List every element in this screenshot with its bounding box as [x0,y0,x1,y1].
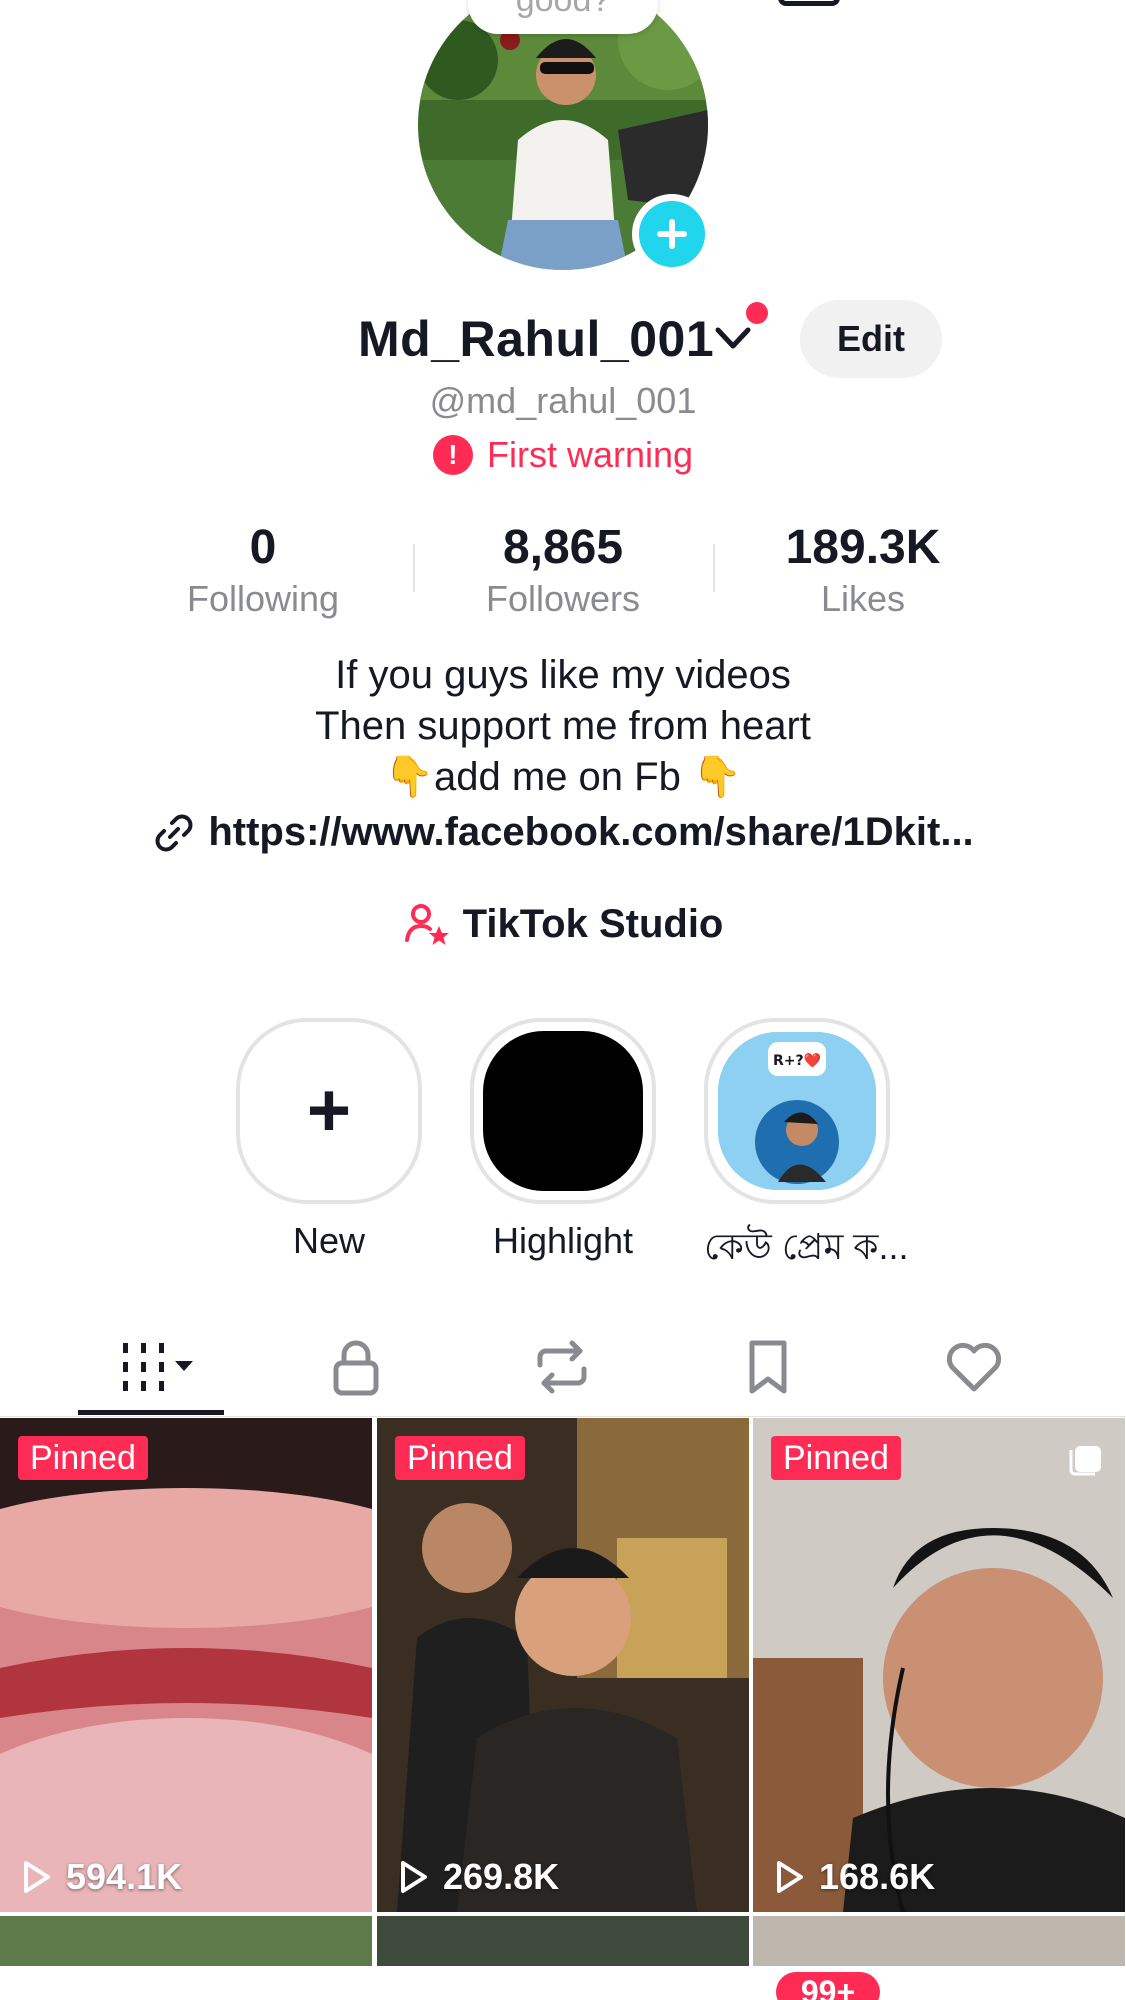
divider [413,544,415,592]
highlight-label: New [292,1220,366,1261]
view-count: 168.6K [771,1856,935,1898]
profile-note-text: good? [515,0,611,19]
account-warning[interactable]: ! First warning [0,434,1126,476]
bio-line: Then support me from heart [315,704,811,748]
bio-line: If you guys like my videos [335,653,791,697]
multi-photo-icon [1069,1446,1101,1476]
thumbnail-image [377,1418,749,1912]
video-thumbnail[interactable] [753,1916,1125,1966]
highlight-item[interactable]: R+?❤️ কেউ প্রেম ক... [704,1018,909,1280]
stat-followers[interactable]: 8,865 Followers [443,520,683,622]
highlight-circle: R+?❤️ [704,1018,890,1204]
profile-tabs [0,1320,1126,1420]
heart-icon [946,1342,1002,1392]
highlight-item[interactable]: Highlight [470,1018,656,1262]
stat-value: 189.3K [785,521,941,574]
tab-reposts[interactable] [502,1320,622,1414]
divider [0,1416,1126,1417]
bio-line: 👇add me on Fb 👇 [384,755,742,799]
repost-icon [537,1340,587,1394]
play-icon [401,1861,427,1893]
view-count: 594.1K [18,1856,182,1898]
add-story-button[interactable] [632,194,712,274]
bio-link-text: https://www.facebook.com/share/1Dkit... [208,810,974,854]
highlight-label: Highlight [492,1220,634,1261]
user-handle: @md_rahul_001 [429,380,697,421]
highlight-circle [470,1018,656,1204]
view-count: 269.8K [395,1856,559,1898]
stat-value: 0 [249,521,277,574]
stat-value: 8,865 [502,521,624,574]
chevron-down-icon[interactable] [712,322,754,356]
highlight-new[interactable]: + New [236,1018,422,1262]
highlight-cover: R+?❤️ [718,1032,876,1190]
highlight-circle: + [236,1018,422,1204]
thumbnail-image [753,1418,1125,1912]
inbox-badge: 99+ [776,1972,880,2000]
pinned-badge: Pinned [395,1436,525,1480]
highlight-label: কেউ প্রেম ক... [704,1226,909,1267]
notification-dot [746,302,768,324]
highlight-cover [483,1031,643,1191]
view-count-text: 269.8K [443,1856,560,1897]
pinned-badge: Pinned [771,1436,901,1480]
play-icon [24,1861,50,1893]
bio: If you guys like my videos Then support … [0,650,1126,803]
lock-icon [333,1340,379,1396]
stat-label: Following [186,578,340,619]
tab-videos[interactable] [94,1320,214,1414]
name-row: Md_Rahul_001 Edit [0,300,1126,380]
highlight-cover-image: R+?❤️ [718,1032,876,1190]
divider [713,544,715,592]
play-icon [777,1861,803,1893]
video-thumbnail[interactable]: Pinned 594.1K [0,1418,372,1912]
grid-icon [123,1343,193,1391]
battery-icon [778,0,840,6]
alert-icon: ! [432,435,473,475]
bookmark-icon [749,1340,787,1394]
warning-text: First warning [486,434,694,475]
tab-liked[interactable] [914,1320,1034,1414]
studio-label: TikTok Studio [462,901,724,946]
video-thumbnail[interactable] [377,1916,749,1966]
thumbnail-image [0,1418,372,1912]
video-thumbnail[interactable] [0,1916,372,1966]
profile-note-bubble[interactable]: good? [468,0,658,34]
stat-label: Followers [485,578,641,619]
bio-link[interactable]: https://www.facebook.com/share/1Dkit... [0,810,1126,855]
bottom-nav [0,1968,1126,2000]
view-count-text: 594.1K [66,1856,183,1897]
stat-following[interactable]: 0 Following [143,520,383,622]
highlight-bubble-text: R+?❤️ [773,1052,822,1069]
link-icon [155,814,193,851]
plus-icon: + [306,1068,352,1153]
video-thumbnail[interactable]: Pinned 269.8K [377,1418,749,1912]
edit-profile-button[interactable]: Edit [800,300,942,378]
profile-stats: 0 Following 8,865 Followers 189.3K Likes [0,520,1126,620]
plus-icon [657,219,687,249]
view-count-text: 168.6K [819,1856,936,1897]
pinned-badge: Pinned [18,1436,148,1480]
video-thumbnail[interactable]: Pinned 168.6K [753,1418,1125,1912]
creator-star-icon [404,904,449,945]
tiktok-studio-link[interactable]: TikTok Studio [0,900,1126,948]
stat-likes[interactable]: 189.3K Likes [743,520,983,622]
display-name[interactable]: Md_Rahul_001 [358,310,714,368]
active-tab-indicator [78,1410,224,1415]
stat-label: Likes [820,578,906,619]
tab-favorites[interactable] [708,1320,828,1414]
tab-private[interactable] [296,1320,416,1414]
